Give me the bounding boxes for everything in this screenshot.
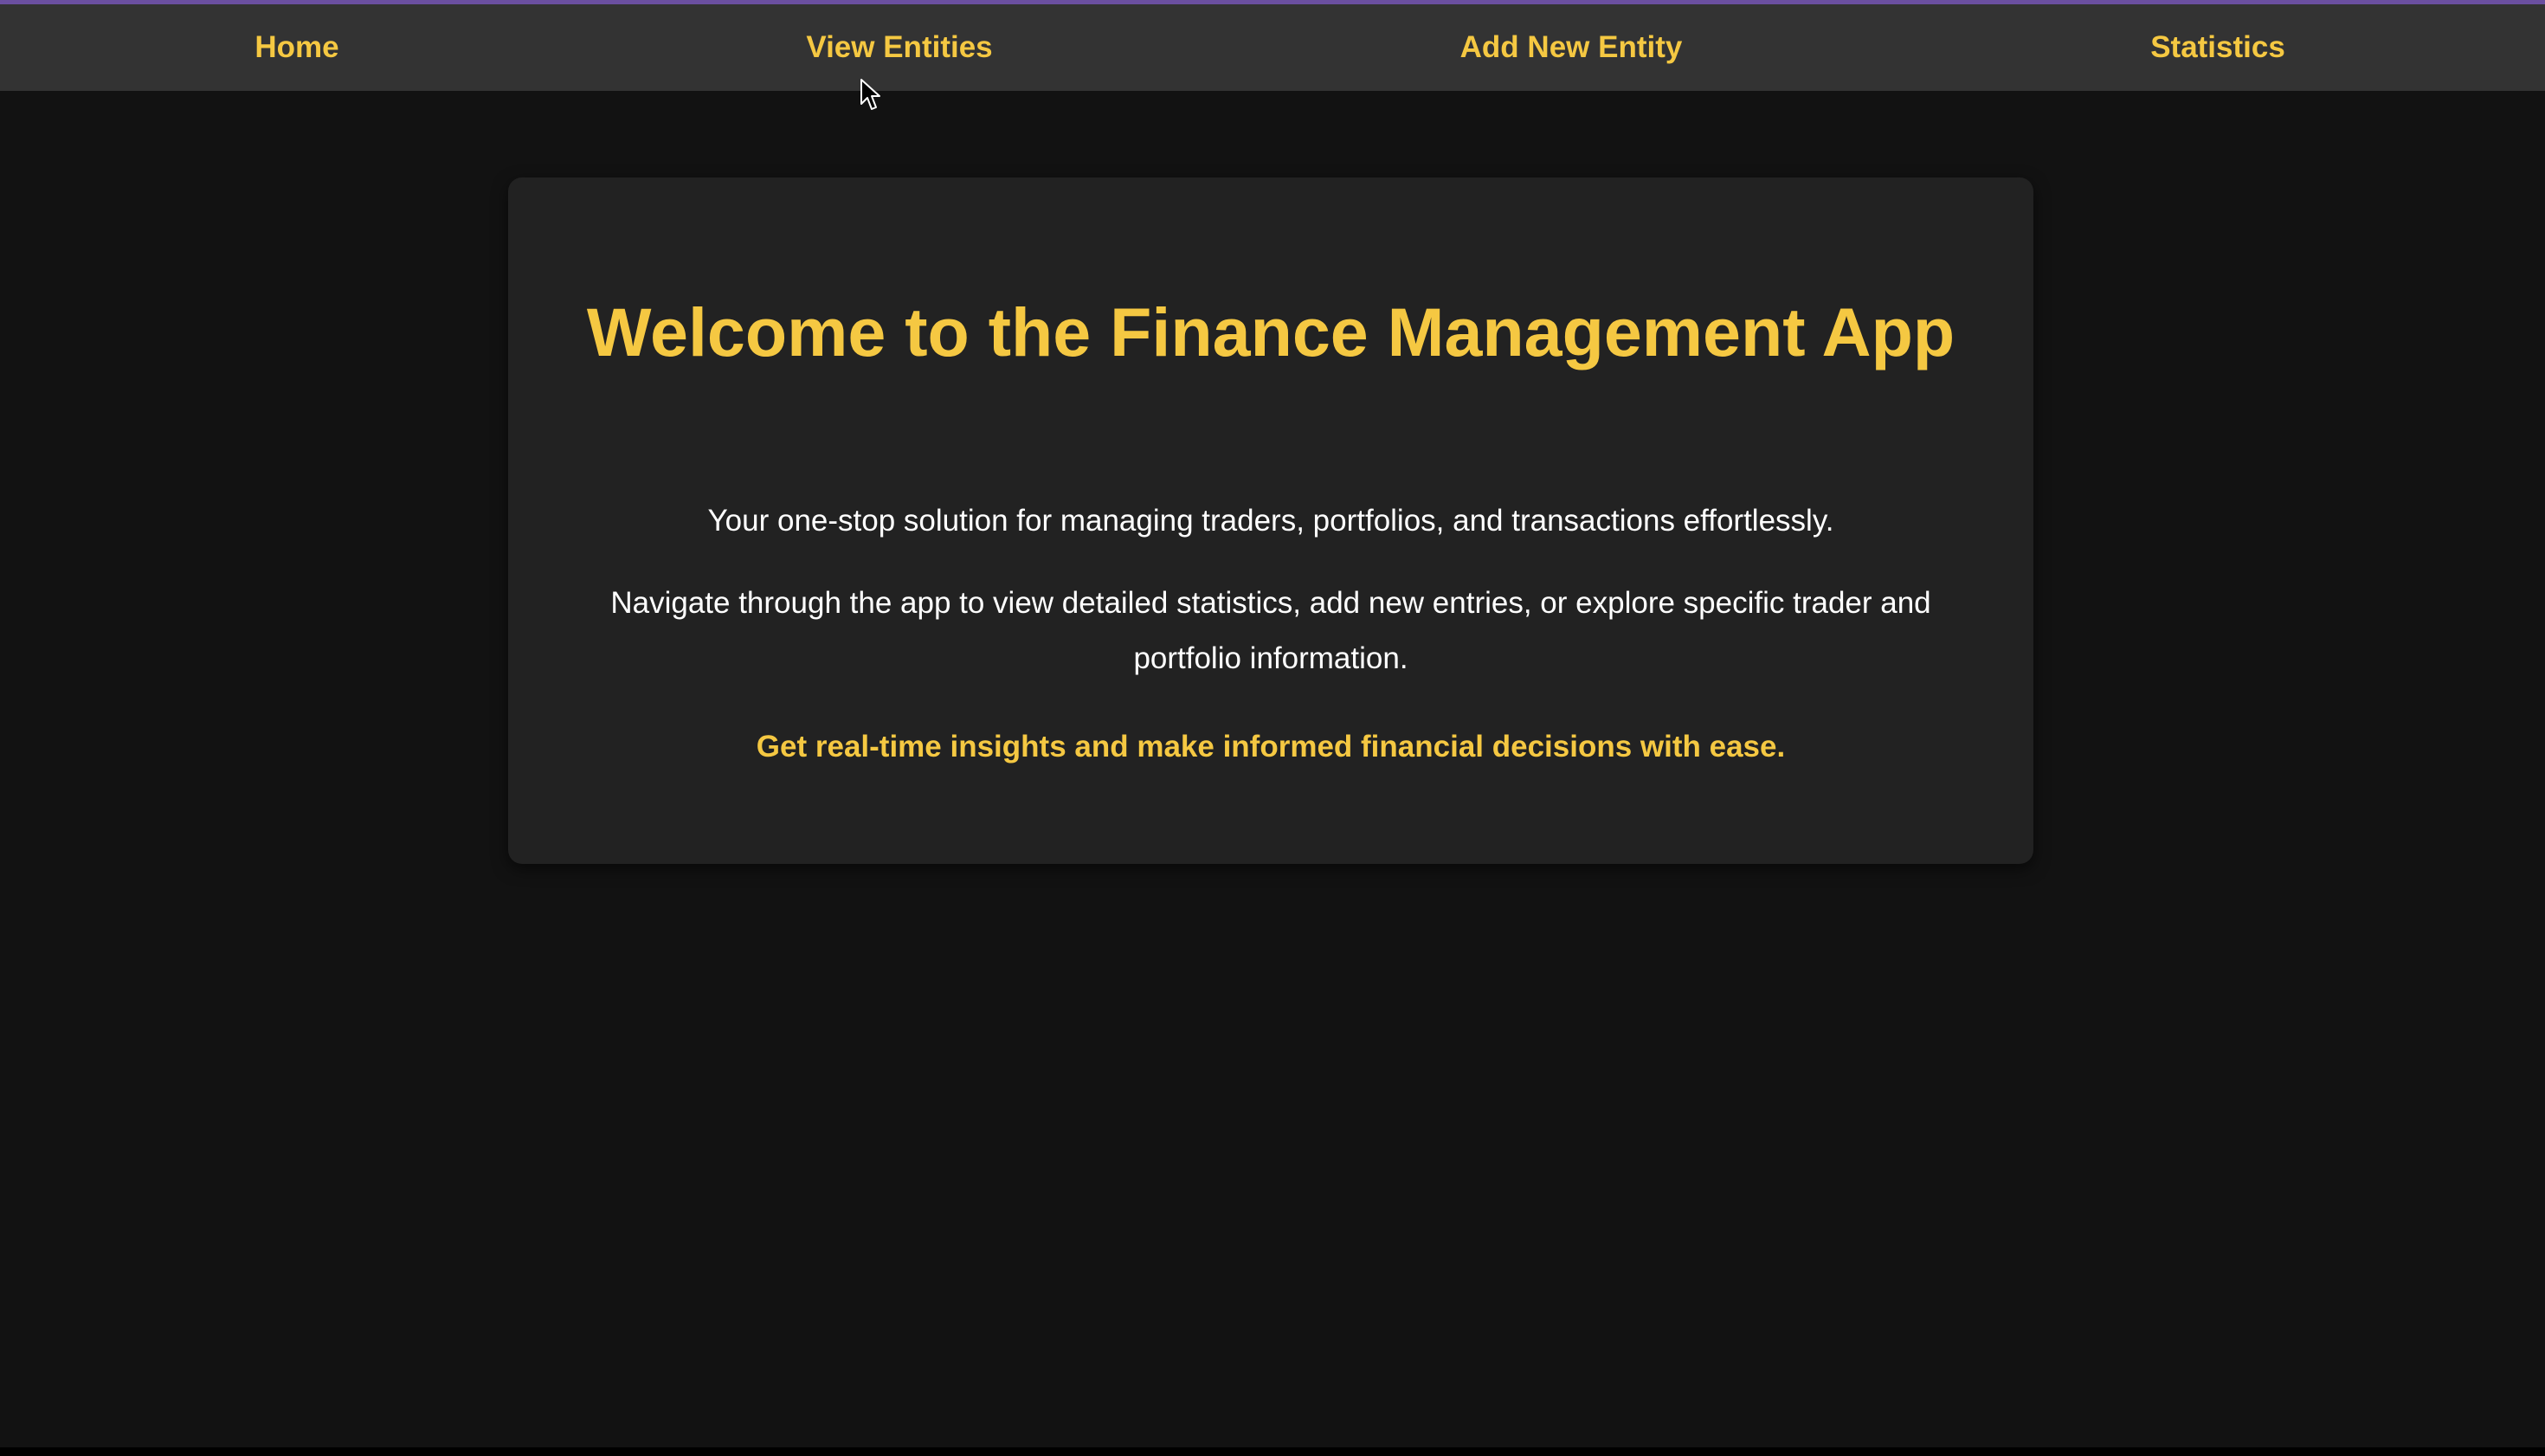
- intro-subtitle: Your one-stop solution for managing trad…: [707, 504, 1834, 538]
- intro-description: Navigate through the app to view detaile…: [610, 586, 1931, 675]
- app-root: Home View Entities Add New Entity Statis…: [0, 0, 2545, 1456]
- intro-tagline: Get real-time insights and make informed…: [756, 730, 1786, 763]
- nav-view-entities-link[interactable]: View Entities: [806, 4, 992, 91]
- page-title: Welcome to the Finance Management App: [586, 293, 1955, 370]
- bottom-edge: [0, 1447, 2545, 1456]
- nav-statistics-link[interactable]: Statistics: [2150, 4, 2285, 91]
- nav-add-new-entity-link[interactable]: Add New Entity: [1460, 4, 1683, 91]
- nav-home-link[interactable]: Home: [254, 4, 338, 91]
- welcome-card: Welcome to the Finance Management App Yo…: [508, 177, 2033, 864]
- navbar: Home View Entities Add New Entity Statis…: [0, 4, 2545, 91]
- mouse-pointer-icon: [860, 79, 880, 110]
